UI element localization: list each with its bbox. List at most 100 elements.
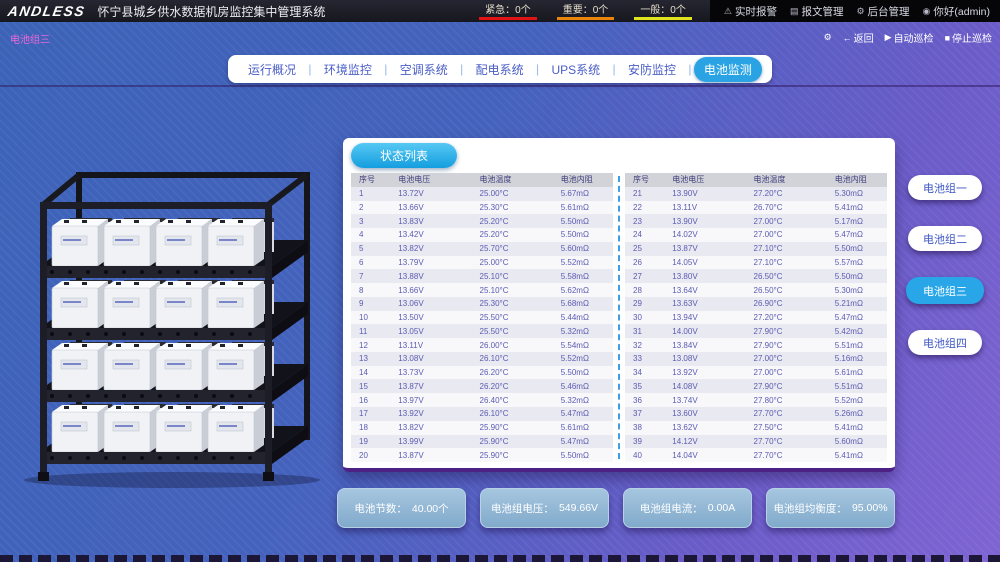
stat-card-label: 电池组电流： (640, 501, 703, 516)
battery-table-right: 序号电池电压电池温度电池内阻2113.90V27.20°C5.30mΩ2213.… (625, 173, 887, 462)
battery-group-button-2[interactable]: 电池组二 (908, 226, 982, 251)
table-cell: 33 (625, 354, 664, 363)
table-cell: 26.20°C (472, 368, 553, 377)
table-cell: 13.79V (390, 258, 471, 267)
toolbar-item-label: 停止巡检 (952, 30, 992, 45)
table-cell: 8 (351, 286, 390, 295)
table-cell: 13.60V (664, 409, 745, 418)
nav-tab-2[interactable]: 环境监控 (314, 57, 382, 82)
play-icon: ▶ (885, 32, 892, 43)
menu-item[interactable]: ◉你好(admin) (923, 4, 990, 19)
table-cell: 5.30mΩ (827, 189, 887, 198)
status-list-button[interactable]: 状态列表 (351, 143, 457, 168)
table-cell: 13.82V (390, 244, 471, 253)
menu-item[interactable]: ⚙后台管理 (856, 4, 909, 19)
table-cell: 13.08V (664, 354, 745, 363)
table-cell: 5.41mΩ (827, 451, 887, 460)
table-cell: 35 (625, 382, 664, 391)
nav-tab-7[interactable]: 电池监测 (694, 57, 762, 82)
nav-tab-3[interactable]: 空调系统 (390, 57, 458, 82)
table-cell: 22 (625, 203, 664, 212)
table-cell: 13.92V (664, 368, 745, 377)
table-cell: 5.50mΩ (553, 368, 613, 377)
table-cell: 25.20°C (472, 217, 553, 226)
table-cell: 5.50mΩ (827, 272, 887, 281)
app-logo: ANDLESS (0, 3, 99, 19)
nav-tab-1[interactable]: 运行概况 (238, 57, 306, 82)
table-cell: 27.00°C (746, 354, 827, 363)
toolbar-item[interactable]: ⚙ (824, 32, 832, 43)
table-cell: 20 (351, 451, 390, 460)
column-header: 电池电压 (664, 174, 745, 185)
table-cell: 26.70°C (746, 203, 827, 212)
table-row: 813.66V25.10°C5.62mΩ (351, 283, 613, 297)
table-cell: 27.70°C (746, 409, 827, 418)
menu-item[interactable]: ⚠实时报警 (724, 4, 777, 19)
table-cell: 27.90°C (746, 341, 827, 350)
menu-item[interactable]: ▤报文管理 (790, 4, 844, 19)
table-cell: 13.88V (390, 272, 471, 281)
table-row: 1813.82V25.90°C5.61mΩ (351, 421, 613, 435)
table-cell: 5.17mΩ (827, 217, 887, 226)
table-cell: 5.16mΩ (827, 354, 887, 363)
table-cell: 15 (351, 382, 390, 391)
table-cell: 5.50mΩ (553, 230, 613, 239)
battery-group-button-4[interactable]: 电池组四 (908, 330, 982, 355)
battery-group-button-1[interactable]: 电池组一 (908, 175, 982, 200)
table-cell: 28 (625, 286, 664, 295)
table-row: 1613.97V26.40°C5.32mΩ (351, 393, 613, 407)
table-cell: 5.52mΩ (827, 396, 887, 405)
summary-cards: 电池节数：40.00个电池组电压：549.66V电池组电流：0.00A电池组均衡… (337, 488, 895, 528)
table-cell: 13.05V (390, 327, 471, 336)
table-cell: 31 (625, 327, 664, 336)
toolbar-item[interactable]: ▶自动巡检 (885, 30, 934, 45)
battery-group-button-3[interactable]: 电池组三 (906, 277, 984, 304)
table-cell: 13.90V (664, 189, 745, 198)
table-cell: 5.58mΩ (553, 272, 613, 281)
table-cell: 26.40°C (472, 396, 553, 405)
table-cell: 14.02V (664, 230, 745, 239)
table-cell: 27.10°C (746, 244, 827, 253)
table-cell: 5.61mΩ (553, 423, 613, 432)
table-divider (618, 176, 620, 459)
table-cell: 25.90°C (472, 437, 553, 446)
table-cell: 5.57mΩ (827, 258, 887, 267)
table-cell: 5.54mΩ (553, 341, 613, 350)
table-cell: 13.64V (664, 286, 745, 295)
toolbar-item[interactable]: ■停止巡检 (945, 30, 992, 45)
battery-rack-image (12, 158, 332, 488)
table-cell: 32 (625, 341, 664, 350)
app-window: ANDLESS 怀宁县城乡供水数据机房监控集中管理系统 紧急：0个重要：0个一般… (0, 0, 1000, 562)
nav-tab-6[interactable]: 安防监控 (618, 57, 686, 82)
battery-tables: 序号电池电压电池温度电池内阻113.72V25.00°C5.67mΩ213.66… (351, 173, 887, 462)
menu-item-label: 你好(admin) (933, 4, 990, 19)
toolbar-item-label: 自动巡检 (894, 30, 934, 45)
table-row: 2513.87V27.10°C5.50mΩ (625, 242, 887, 256)
table-cell: 14.04V (664, 451, 745, 460)
table-cell: 5.46mΩ (553, 382, 613, 391)
toolbar-item[interactable]: ←返回 (843, 30, 874, 45)
table-row: 713.88V25.10°C5.58mΩ (351, 269, 613, 283)
nav-tab-5[interactable]: UPS系统 (541, 57, 610, 82)
table-cell: 27.00°C (746, 368, 827, 377)
table-row: 3813.62V27.50°C5.41mΩ (625, 421, 887, 435)
table-cell: 34 (625, 368, 664, 377)
table-row: 3514.08V27.90°C5.51mΩ (625, 379, 887, 393)
table-row: 1513.87V26.20°C5.46mΩ (351, 379, 613, 393)
table-cell: 14.08V (664, 382, 745, 391)
app-title: 怀宁县城乡供水数据机房监控集中管理系统 (97, 3, 325, 20)
nav-tab-4[interactable]: 配电系统 (466, 57, 534, 82)
table-cell: 13.66V (390, 203, 471, 212)
column-header: 电池电压 (390, 174, 471, 185)
table-cell: 27.80°C (746, 396, 827, 405)
tab-separator: | (536, 62, 539, 76)
table-row: 1413.73V26.20°C5.50mΩ (351, 366, 613, 380)
table-cell: 7 (351, 272, 390, 281)
stat-card-value: 40.00个 (412, 501, 449, 516)
table-cell: 13.97V (390, 396, 471, 405)
column-header: 电池温度 (472, 174, 553, 185)
table-cell: 5 (351, 244, 390, 253)
table-cell: 13 (351, 354, 390, 363)
table-cell: 26.50°C (746, 286, 827, 295)
table-cell: 5.61mΩ (827, 368, 887, 377)
